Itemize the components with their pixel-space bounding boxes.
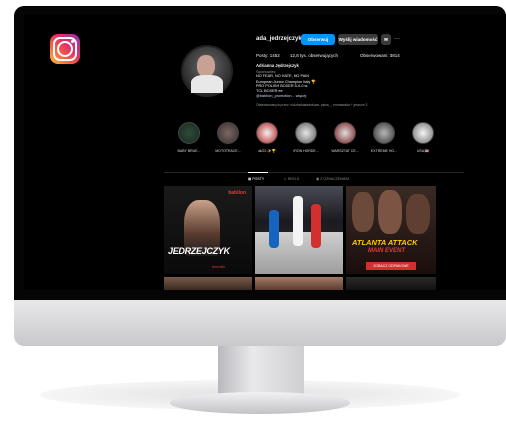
logo-dot bbox=[71, 40, 74, 43]
post-footer: eventin bbox=[212, 264, 225, 269]
highlight-label: BABY BRUE... bbox=[177, 149, 201, 153]
posts-grid: babilon JEDRZEJCZYK eventin ATLANTA ATTA… bbox=[164, 186, 436, 290]
avatar-face bbox=[197, 55, 215, 77]
tab-tagged[interactable]: ▣ Z OZNACZENIEM bbox=[316, 177, 349, 181]
divider bbox=[164, 172, 464, 173]
scene: ada_jedrzejczyk Obserwuj Wyślij wiadomoś… bbox=[0, 0, 506, 426]
fighter-portrait bbox=[352, 192, 374, 232]
instagram-logo-icon[interactable] bbox=[50, 34, 80, 64]
highlight-label: WARSZTAT CE... bbox=[331, 149, 359, 153]
post-subtitle: MAIN EVENT bbox=[368, 248, 406, 254]
tab-reels[interactable]: ▷ REELS bbox=[284, 177, 299, 181]
avatar-body bbox=[191, 75, 223, 93]
full-name: Adrianna Jędrzejczyk bbox=[256, 63, 299, 68]
add-user-icon: ✉ bbox=[384, 37, 388, 42]
logo-lens bbox=[57, 41, 73, 57]
highlight-label: IRON HORDE... bbox=[293, 149, 319, 153]
profile-avatar[interactable] bbox=[181, 45, 233, 97]
active-tab-indicator bbox=[248, 172, 268, 173]
fighter-figure bbox=[311, 204, 321, 248]
post-tile[interactable] bbox=[255, 277, 343, 290]
suggest-user-button[interactable]: ✉ bbox=[381, 34, 391, 45]
fighter-portrait bbox=[406, 194, 430, 234]
tag-icon: ▣ bbox=[316, 177, 320, 181]
monitor-chin bbox=[14, 300, 506, 346]
highlight-circle[interactable] bbox=[334, 122, 356, 144]
highlight-circle[interactable] bbox=[412, 122, 434, 144]
post-tile[interactable]: ATLANTA ATTACK MAIN EVENT ZOBACZ ODPAKOW… bbox=[346, 186, 436, 274]
send-message-button[interactable]: Wyślij wiadomość bbox=[338, 34, 378, 45]
grid-icon: ▦ bbox=[248, 177, 252, 181]
post-title: JEDRZEJCZYK bbox=[168, 246, 230, 256]
highlight-circle[interactable] bbox=[217, 122, 239, 144]
reels-icon: ▷ bbox=[284, 177, 287, 181]
highlight-label: USA 🇺🇸 bbox=[416, 149, 430, 153]
post-tile[interactable] bbox=[164, 277, 252, 290]
followed-by[interactable]: Obserwowany/a przez: rudzinskaawindows, … bbox=[256, 103, 367, 107]
more-options-icon[interactable]: ··· bbox=[394, 34, 400, 45]
post-tile[interactable] bbox=[255, 186, 343, 274]
screen: ada_jedrzejczyk Obserwuj Wyślij wiadomoś… bbox=[24, 14, 506, 290]
username: ada_jedrzejczyk bbox=[256, 36, 302, 42]
post-brand: babilon bbox=[228, 190, 246, 196]
bio-line: PRO POLISH BOXER 5-0-0 w. bbox=[256, 84, 309, 88]
highlight-label: 4k/22 ✨🏆 bbox=[257, 149, 277, 153]
bio-line: NO FEAR, NO HATE, NO PAIN bbox=[256, 74, 310, 78]
bio-link[interactable]: @babbon_promotion... więcej bbox=[256, 94, 306, 98]
referee-figure bbox=[293, 196, 303, 246]
fighter-portrait bbox=[378, 190, 402, 234]
post-tile[interactable] bbox=[346, 277, 436, 290]
monitor-stand-base bbox=[170, 392, 350, 414]
tab-tagged-label: Z OZNACZENIEM bbox=[320, 177, 349, 181]
monitor-stand-neck bbox=[218, 346, 304, 396]
post-tile[interactable]: babilon JEDRZEJCZYK eventin bbox=[164, 186, 252, 274]
posts-count: Posty: 1452 bbox=[256, 53, 280, 58]
tab-posts[interactable]: ▦ POSTY bbox=[248, 177, 264, 181]
following-count[interactable]: Obserwowani: 3814 bbox=[360, 53, 400, 58]
post-cta: ZOBACZ ODPAKOWE bbox=[366, 262, 416, 270]
bio-line: TCL BOXER ee bbox=[256, 89, 283, 93]
post-title: ATLANTA ATTACK bbox=[352, 238, 418, 247]
highlight-label: EXTREME HO... bbox=[370, 149, 398, 153]
highlight-circle[interactable] bbox=[256, 122, 278, 144]
followers-count[interactable]: 12,8 tys. obserwujących bbox=[290, 53, 338, 58]
highlight-circle[interactable] bbox=[373, 122, 395, 144]
highlight-label: MOTOTRACE... bbox=[215, 149, 241, 153]
highlight-circle[interactable] bbox=[178, 122, 200, 144]
tab-reels-label: REELS bbox=[287, 177, 300, 181]
tab-posts-label: POSTY bbox=[252, 177, 265, 181]
follow-button[interactable]: Obserwuj bbox=[301, 34, 335, 45]
fighter-figure bbox=[269, 210, 279, 248]
highlight-circle[interactable] bbox=[295, 122, 317, 144]
